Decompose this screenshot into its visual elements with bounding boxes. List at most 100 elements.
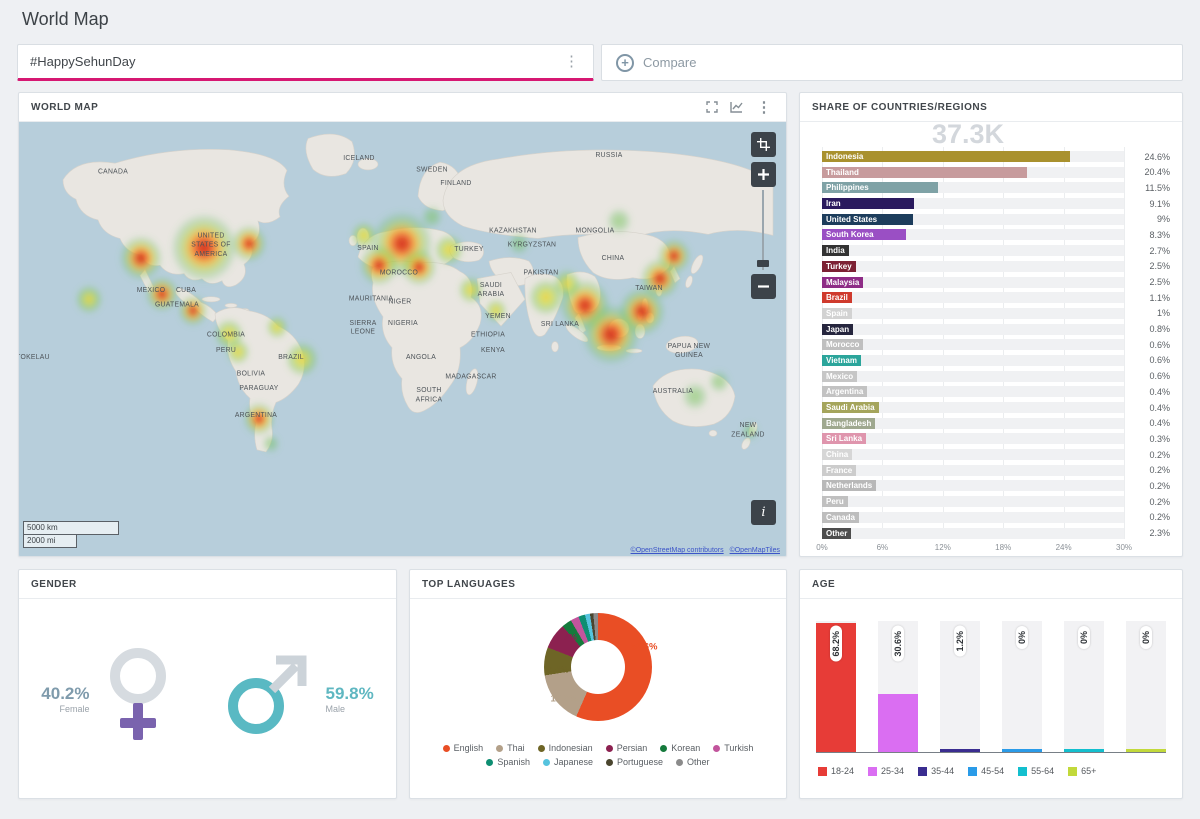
- country-row[interactable]: Brazil 1.1%: [822, 292, 1170, 304]
- legend-dot: [660, 744, 668, 752]
- country-name-chip: Bangladesh: [822, 417, 876, 429]
- country-value: 1%: [1156, 308, 1170, 319]
- age-legend-square: [818, 766, 827, 776]
- map-label: NIGERIA: [388, 320, 418, 327]
- legend-label: Indonesian: [548, 743, 593, 753]
- country-row[interactable]: Vietnam 0.6%: [822, 354, 1170, 366]
- legend-label: Spanish: [497, 757, 530, 767]
- male-percentage: 59.8%: [325, 683, 374, 703]
- country-row[interactable]: Sri Lanka 0.3%: [822, 433, 1170, 445]
- osm-link[interactable]: ©OpenStreetMap contributors: [631, 547, 724, 554]
- hashtag-input[interactable]: #HappySehunDay ⋮: [17, 44, 594, 81]
- country-row[interactable]: Morocco 0.6%: [822, 339, 1170, 351]
- legend-dot: [486, 758, 494, 766]
- age-value-pill: 68.2%: [830, 626, 842, 662]
- country-name-chip: Vietnam: [822, 354, 861, 366]
- age-column[interactable]: 0%: [1002, 621, 1042, 752]
- country-bar-track: Argentina: [822, 386, 1124, 398]
- country-row[interactable]: Spain 1%: [822, 307, 1170, 319]
- zoom-slider-handle[interactable]: [757, 260, 769, 267]
- country-row[interactable]: France 0.2%: [822, 464, 1170, 476]
- country-row[interactable]: Argentina 0.4%: [822, 386, 1170, 398]
- age-bar: [878, 694, 918, 752]
- age-bar: [1126, 749, 1166, 752]
- axis-tick: 12%: [934, 542, 951, 552]
- country-row[interactable]: United States 9%: [822, 213, 1170, 225]
- country-value: 2.5%: [1149, 261, 1170, 272]
- country-name-chip: Philippines: [822, 182, 873, 194]
- country-row[interactable]: Indonesia 24.6%: [822, 151, 1170, 162]
- map-canvas[interactable]: CANADA ICELAND SWEDEN FINLAND RUSSIA UNITED ST…: [19, 122, 786, 556]
- donut-area: 56.6% 15.9% 8.4% 7.7%: [410, 601, 786, 739]
- map-label: ARGENTINA: [235, 412, 277, 419]
- zoom-in-button[interactable]: [751, 162, 776, 187]
- hashtag-value: #HappySehunDay: [30, 54, 136, 69]
- country-row[interactable]: Netherlands 0.2%: [822, 480, 1170, 492]
- country-row[interactable]: Japan 0.8%: [822, 323, 1170, 335]
- country-row[interactable]: Other 2.3%: [822, 527, 1170, 539]
- country-row[interactable]: Malaysia 2.5%: [822, 276, 1170, 288]
- country-row[interactable]: China 0.2%: [822, 449, 1170, 461]
- country-value: 2.5%: [1149, 277, 1170, 287]
- axis-tick: 24%: [1055, 542, 1072, 552]
- fullscreen-icon[interactable]: [705, 101, 718, 113]
- legend-item: Japanese: [542, 757, 593, 767]
- map-label: GUATEMALA: [155, 301, 199, 308]
- panel-kebab-icon[interactable]: ⋮: [755, 100, 775, 115]
- country-row[interactable]: Turkey 2.5%: [822, 260, 1170, 272]
- age-bar: [940, 749, 980, 752]
- line-chart-icon[interactable]: [729, 101, 743, 113]
- compare-button[interactable]: + Compare: [601, 44, 1183, 81]
- country-bar-track: Iran: [822, 198, 1124, 210]
- country-row[interactable]: Philippines 11.5%: [822, 182, 1170, 194]
- age-column[interactable]: 0%: [1064, 621, 1104, 752]
- kebab-menu-icon[interactable]: ⋮: [562, 54, 581, 69]
- crop-button[interactable]: [751, 132, 776, 157]
- age-legend-square: [968, 766, 978, 776]
- country-value: 24.6%: [1144, 151, 1170, 162]
- country-value: 2.3%: [1149, 528, 1170, 538]
- country-row[interactable]: Peru 0.2%: [822, 496, 1170, 508]
- top-languages-title: TOP LANGUAGES: [422, 578, 516, 590]
- zoom-out-button[interactable]: [751, 274, 776, 299]
- country-row[interactable]: South Korea 8.3%: [822, 229, 1170, 241]
- country-bar-track: Indonesia: [822, 151, 1124, 162]
- omt-link[interactable]: ©OpenMapTiles: [730, 547, 780, 554]
- map-label: COLOMBIA: [207, 331, 245, 338]
- country-row[interactable]: Mexico 0.6%: [822, 370, 1170, 382]
- country-row[interactable]: India 2.7%: [822, 245, 1170, 257]
- age-legend-label: 55-64: [1031, 766, 1055, 776]
- age-column[interactable]: 30.6%: [878, 621, 918, 752]
- age-legend-square: [1018, 766, 1028, 776]
- age-column[interactable]: 0%: [1126, 621, 1166, 752]
- country-row[interactable]: Canada 0.2%: [822, 511, 1170, 523]
- age-column[interactable]: 1.2%: [940, 621, 980, 752]
- map-label: KENYA: [481, 347, 505, 354]
- age-legend-item: 35-44: [918, 766, 954, 776]
- country-row[interactable]: Saudi Arabia 0.4%: [822, 402, 1170, 413]
- map-label: YEMEN: [485, 313, 511, 320]
- map-label: ANGOLA: [406, 354, 436, 361]
- axis-tick: 6%: [876, 542, 889, 552]
- map-label: MADAGASCAR: [445, 374, 496, 381]
- page-title: World Map: [22, 9, 109, 29]
- map-label: TOKELAU: [19, 354, 50, 361]
- country-name-chip: Mexico: [822, 370, 858, 382]
- share-countries-panel: SHARE OF COUNTRIES/REGIONS 37.3K Indones…: [799, 92, 1183, 557]
- info-button[interactable]: i: [751, 500, 776, 525]
- country-row[interactable]: Thailand 20.4%: [822, 166, 1170, 178]
- legend-dot: [713, 744, 721, 752]
- zoom-slider[interactable]: [762, 190, 764, 270]
- age-panel: AGE 68.2% 30.6% 1.2% 0% 0% 0% 18-24 25-34 35-44…: [799, 569, 1183, 799]
- age-column[interactable]: 68.2%: [816, 621, 856, 752]
- map-label: TURKEY: [454, 246, 483, 253]
- legend-item: Other: [676, 757, 710, 767]
- country-value: 0.2%: [1149, 512, 1170, 523]
- legend-label: Turkish: [724, 743, 754, 753]
- legend-label: Portuguese: [617, 757, 664, 767]
- country-row[interactable]: Bangladesh 0.4%: [822, 417, 1170, 429]
- age-legend-item: 65+: [1068, 766, 1096, 776]
- donut-slice-label: 8.4%: [547, 664, 569, 676]
- country-row[interactable]: Iran 9.1%: [822, 198, 1170, 210]
- age-value-pill: 0%: [1140, 626, 1152, 650]
